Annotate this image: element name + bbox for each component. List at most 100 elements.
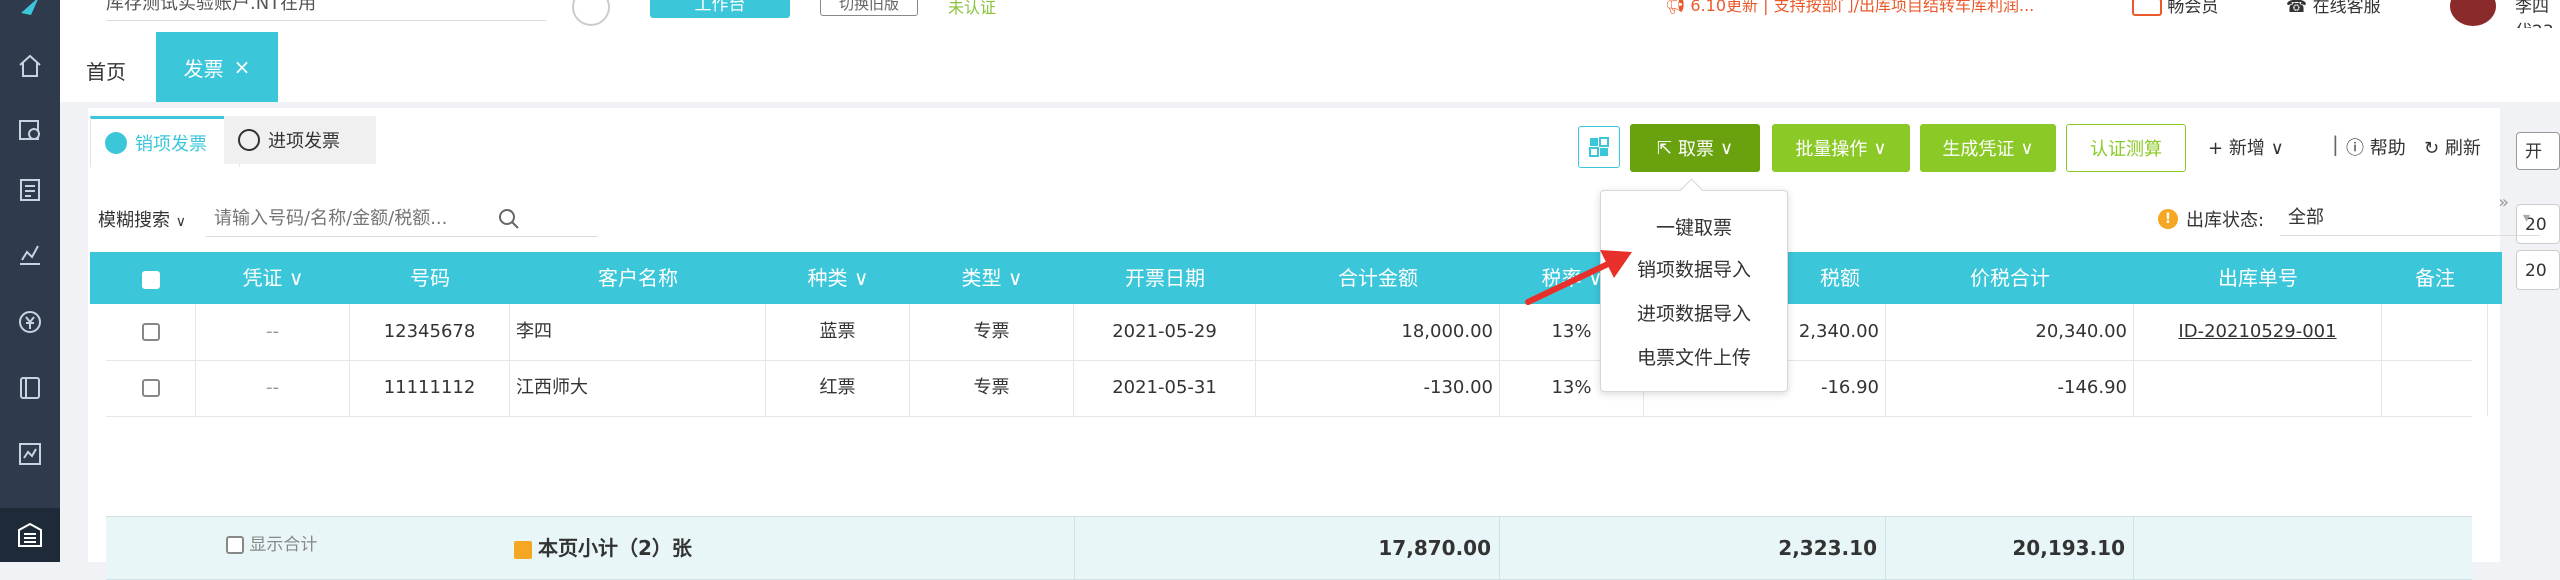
help-button[interactable]: ⓘ 帮助 [2346,134,2406,160]
row-checkbox[interactable] [106,304,196,360]
menu-item-e-invoice-upload[interactable]: 电票文件上传 [1601,337,1787,379]
report-icon[interactable] [14,438,46,470]
select-all-checkbox[interactable] [106,252,196,304]
tab-home[interactable]: 首页 [86,56,126,85]
cell-kind: 蓝票 [766,304,910,360]
header-date: 开票日期 [1125,266,1205,290]
service-icon: ☎︎ [2286,0,2308,17]
header-kind[interactable]: 种类 ∨ [766,252,910,304]
row-checkbox[interactable] [106,360,196,416]
chart-icon[interactable] [14,238,46,270]
invoice-search-icon[interactable] [14,114,46,146]
purchase-icon [238,129,260,151]
batch-operation-button[interactable]: 批量操作 ∨ [1772,124,1910,172]
cell-customer: 李四 [510,304,766,360]
cell-amount: 18,000.00 [1256,304,1500,360]
header-type[interactable]: 类型 ∨ [910,252,1074,304]
subtotal-tax: 2,323.10 [1500,517,1886,579]
cell-out-no[interactable]: ID-20210529-001 [2134,304,2382,360]
subtotal-icon [514,540,532,559]
qr-code-button[interactable] [1578,126,1620,168]
tab-purchase-label: 进项发票 [268,131,340,152]
generate-voucher-button[interactable]: 生成凭证 ∨ [1920,124,2056,172]
left-sidebar [0,0,60,562]
auth-calc-button[interactable]: 认证测算 [2066,124,2186,172]
help-label: 帮助 [2369,138,2406,159]
refresh-icon: ↻ [2424,138,2440,159]
open-button-edge[interactable]: 开 [2516,132,2560,170]
table-row[interactable]: -- 11111112 江西师大 红票 专票 2021-05-31 -130.0… [106,360,2488,417]
help-icon: ⓘ [2346,138,2364,159]
tab-sales-invoice[interactable]: 销项发票 [90,116,240,167]
header-out-no: 出库单号 [2218,266,2298,290]
tab-purchase-invoice[interactable]: 进项发票 [224,116,376,164]
export-icon: ⇱ [1656,137,1672,159]
edge-input-2[interactable]: 20 [2516,250,2560,290]
cell-voucher: -- [196,304,350,360]
warehouse-icon[interactable] [0,508,60,562]
cell-note [2382,360,2488,416]
page-subtotal-label: 本页小计（2）张 [506,517,806,579]
summary-row: 显示合计 本页小计（2）张 17,870.00 2,323.10 20,193.… [106,516,2472,580]
tab-invoice[interactable]: 发票 × [156,32,278,102]
page-tab-bar: 首页 发票 × [60,28,2560,102]
cell-amount: -130.00 [1256,360,1500,416]
show-total-toggle[interactable]: 显示合计 [218,517,398,579]
out-status-label: ! 出库状态: [2158,206,2264,232]
cell-voucher: -- [196,360,350,416]
avatar[interactable] [2450,0,2496,26]
cell-total: 20,340.00 [1886,304,2134,360]
cell-type: 专票 [910,360,1074,416]
chevron-down-icon: ∨ [2270,138,2284,159]
out-status-select[interactable]: 全部 ▾ [2280,200,2540,236]
header-amount: 合计金额 [1338,266,1418,290]
show-total-checkbox[interactable] [226,536,244,554]
document-icon[interactable] [14,174,46,206]
cell-out-no [2134,360,2382,416]
home-icon[interactable] [14,50,46,82]
chevron-down-icon: ∨ [2020,137,2034,159]
toolbar-divider: | [2332,132,2339,156]
qupiao-button[interactable]: ⇱ 取票 ∨ [1630,124,1760,172]
plus-icon: + [2208,138,2224,159]
cell-type: 专票 [910,304,1074,360]
tab-sales-label: 销项发票 [135,134,207,155]
cell-number: 11111112 [350,360,510,416]
invoice-content: 销项发票 进项发票 ⇱ 取票 ∨ 批量操作 ∨ 生成凭证 ∨ 认证测算 + 新增… [88,108,2540,580]
service-label: 在线客服 [2312,0,2381,17]
auth-status-link[interactable]: 未认证 [948,0,996,18]
member-link[interactable]: 畅会员 [2132,0,2218,17]
switch-version-button[interactable]: 切换旧版 [820,0,918,16]
online-service-link[interactable]: ☎︎ 在线客服 [2286,0,2381,17]
switch-circle-button[interactable] [572,0,610,26]
chevron-down-icon: ∨ [1873,137,1887,159]
add-label: 新增 [2228,138,2265,159]
show-total-label: 显示合计 [249,535,318,555]
ledger-icon[interactable] [14,372,46,404]
subtotal-total: 20,193.10 [1886,517,2134,579]
search-icon[interactable] [498,208,520,230]
money-icon[interactable] [14,306,46,338]
chevron-down-icon: ∨ [175,214,186,230]
header-number: 号码 [410,266,450,290]
subtotal-amount: 17,870.00 [1074,517,1500,579]
update-notice[interactable]: 📢︎ 6.10更新 | 支持按部门/出库项目结转车库利润... [1665,0,2034,16]
add-button[interactable]: + 新增 ∨ [2208,134,2284,160]
search-type-select[interactable]: 模糊搜索 ∨ [98,206,186,232]
out-no-link[interactable]: ID-20210529-001 [2178,321,2336,342]
status-value: 全部 [2288,207,2324,228]
tab-invoice-label: 发票 [183,56,224,81]
header-voucher[interactable]: 凭证 ∨ [196,252,350,304]
warning-icon: ! [2158,209,2178,229]
table-row[interactable]: -- 12345678 李四 蓝票 专票 2021-05-29 18,000.0… [106,304,2488,361]
cell-date: 2021-05-29 [1074,304,1256,360]
chevron-down-icon: ∨ [1719,137,1734,159]
refresh-button[interactable]: ↻ 刷新 [2424,134,2481,160]
workbench-button[interactable]: 工作台 [650,0,790,18]
red-arrow-annotation [1525,250,1632,305]
company-selector[interactable]: 库存测试实验账户.NT在用 [106,0,546,21]
status-label-text: 出库状态: [2186,210,2265,231]
close-icon[interactable]: × [234,55,251,79]
refresh-label: 刷新 [2444,138,2481,159]
search-input[interactable] [206,200,598,237]
